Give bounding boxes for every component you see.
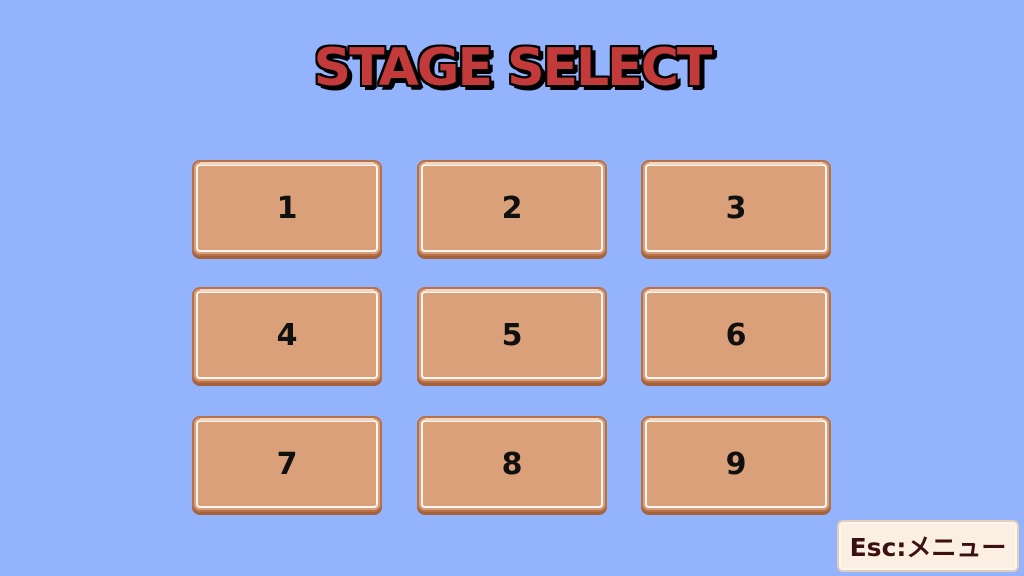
menu-button-label: Esc:メニュー <box>849 533 1007 562</box>
stage-button-3[interactable]: 3 <box>641 160 831 256</box>
stage-number: 4 <box>276 317 298 353</box>
stage-grid: 1 2 3 4 5 6 7 8 9 <box>192 160 832 512</box>
stage-button-4[interactable]: 4 <box>192 287 382 383</box>
stage-number: 8 <box>501 446 523 482</box>
stage-button-8[interactable]: 8 <box>417 416 607 512</box>
stage-number: 5 <box>501 317 523 353</box>
menu-button[interactable]: Esc:メニュー <box>837 520 1019 572</box>
stage-button-2[interactable]: 2 <box>417 160 607 256</box>
stage-button-9[interactable]: 9 <box>641 416 831 512</box>
stage-button-6[interactable]: 6 <box>641 287 831 383</box>
stage-number: 2 <box>501 190 523 226</box>
stage-button-5[interactable]: 5 <box>417 287 607 383</box>
stage-number: 3 <box>725 190 747 226</box>
stage-button-1[interactable]: 1 <box>192 160 382 256</box>
page-title: STAGE SELECT <box>313 38 713 98</box>
stage-button-7[interactable]: 7 <box>192 416 382 512</box>
stage-number: 6 <box>725 317 747 353</box>
stage-number: 9 <box>725 446 747 482</box>
stage-number: 7 <box>276 446 298 482</box>
stage-number: 1 <box>276 190 298 226</box>
